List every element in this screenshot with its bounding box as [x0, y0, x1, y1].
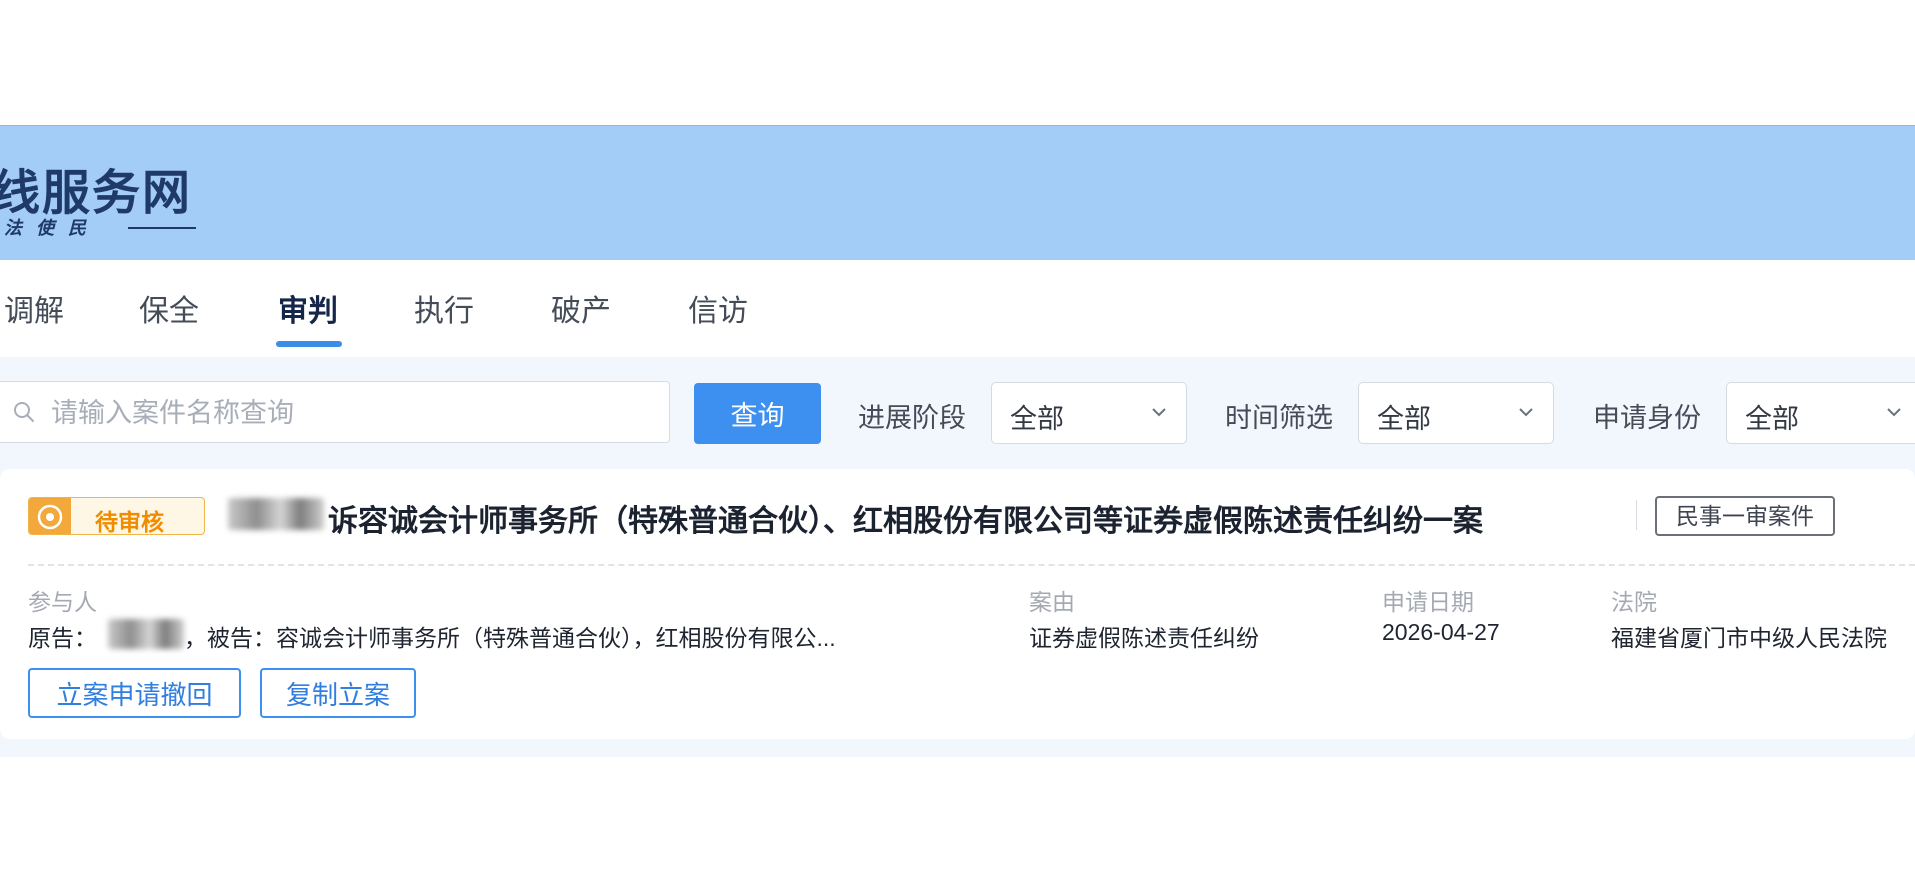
active-tab-indicator	[276, 341, 342, 347]
nav-tab-mediation[interactable]: 调解	[4, 286, 64, 330]
status-icon-bg	[29, 498, 71, 534]
site-logo-title[interactable]: 线服务网	[0, 153, 192, 223]
card-divider	[28, 564, 1915, 566]
pending-clock-icon	[37, 504, 63, 530]
date-label: 申请日期	[1382, 589, 1474, 615]
site-logo-subtitle: 法使民	[4, 218, 100, 239]
chevron-down-icon	[1152, 408, 1166, 417]
chevron-down-icon	[1519, 408, 1533, 417]
cause-label: 案由	[1029, 589, 1075, 615]
withdraw-application-button[interactable]: 立案申请撤回	[28, 668, 241, 718]
search-input[interactable]	[49, 390, 653, 436]
cause-value: 证券虚假陈述责任纠纷	[1029, 625, 1259, 651]
query-button[interactable]: 查询	[694, 383, 821, 444]
filter-label-identity: 申请身份	[1593, 403, 1701, 433]
page: 线服务网 法使民 调解 保全 审判 执行 破产 信访 查询 进展阶段 全部 时间…	[0, 0, 1915, 891]
stage-select-value: 全部	[1010, 404, 1064, 434]
case-title[interactable]: 诉容诚会计师事务所（特殊普通合伙）、红相股份有限公司等证券虚假陈述责任纠纷一案	[328, 496, 1483, 540]
court-value: 福建省厦门市中级人民法院	[1611, 625, 1887, 651]
nav-tab-preservation[interactable]: 保全	[139, 286, 199, 330]
nav-tab-trial[interactable]: 审判	[278, 286, 338, 330]
filter-label-time: 时间筛选	[1225, 403, 1333, 433]
plaintiff-prefix: 原告：	[28, 625, 97, 651]
redacted-plaintiff-name	[228, 498, 324, 530]
nav-tab-petition[interactable]: 信访	[688, 286, 748, 330]
case-type-tag: 民事一审案件	[1655, 496, 1835, 536]
participants-label: 参与人	[28, 589, 97, 615]
identity-select[interactable]: 全部	[1726, 382, 1915, 444]
status-badge: 待审核	[28, 497, 205, 535]
search-icon	[14, 402, 34, 422]
nav-tab-bankruptcy[interactable]: 破产	[551, 286, 611, 330]
status-badge-label: 待审核	[95, 509, 164, 535]
time-select-value: 全部	[1377, 404, 1431, 434]
logo-divider	[128, 227, 196, 229]
identity-select-value: 全部	[1745, 404, 1799, 434]
redacted-plaintiff	[108, 619, 184, 649]
defendant-text: ，被告：容诚会计师事务所（特殊普通合伙），红相股份有限公...	[184, 625, 836, 651]
time-select[interactable]: 全部	[1358, 382, 1554, 444]
stage-select[interactable]: 全部	[991, 382, 1187, 444]
copy-filing-button[interactable]: 复制立案	[260, 668, 416, 718]
chevron-down-icon	[1887, 408, 1901, 417]
nav-tab-execution[interactable]: 执行	[414, 286, 474, 330]
court-label: 法院	[1611, 589, 1657, 615]
date-value: 2026-04-27	[1382, 619, 1500, 645]
header-banner	[0, 125, 1915, 261]
title-divider	[1636, 500, 1637, 530]
search-box	[0, 381, 670, 443]
filter-label-stage: 进展阶段	[858, 403, 966, 433]
